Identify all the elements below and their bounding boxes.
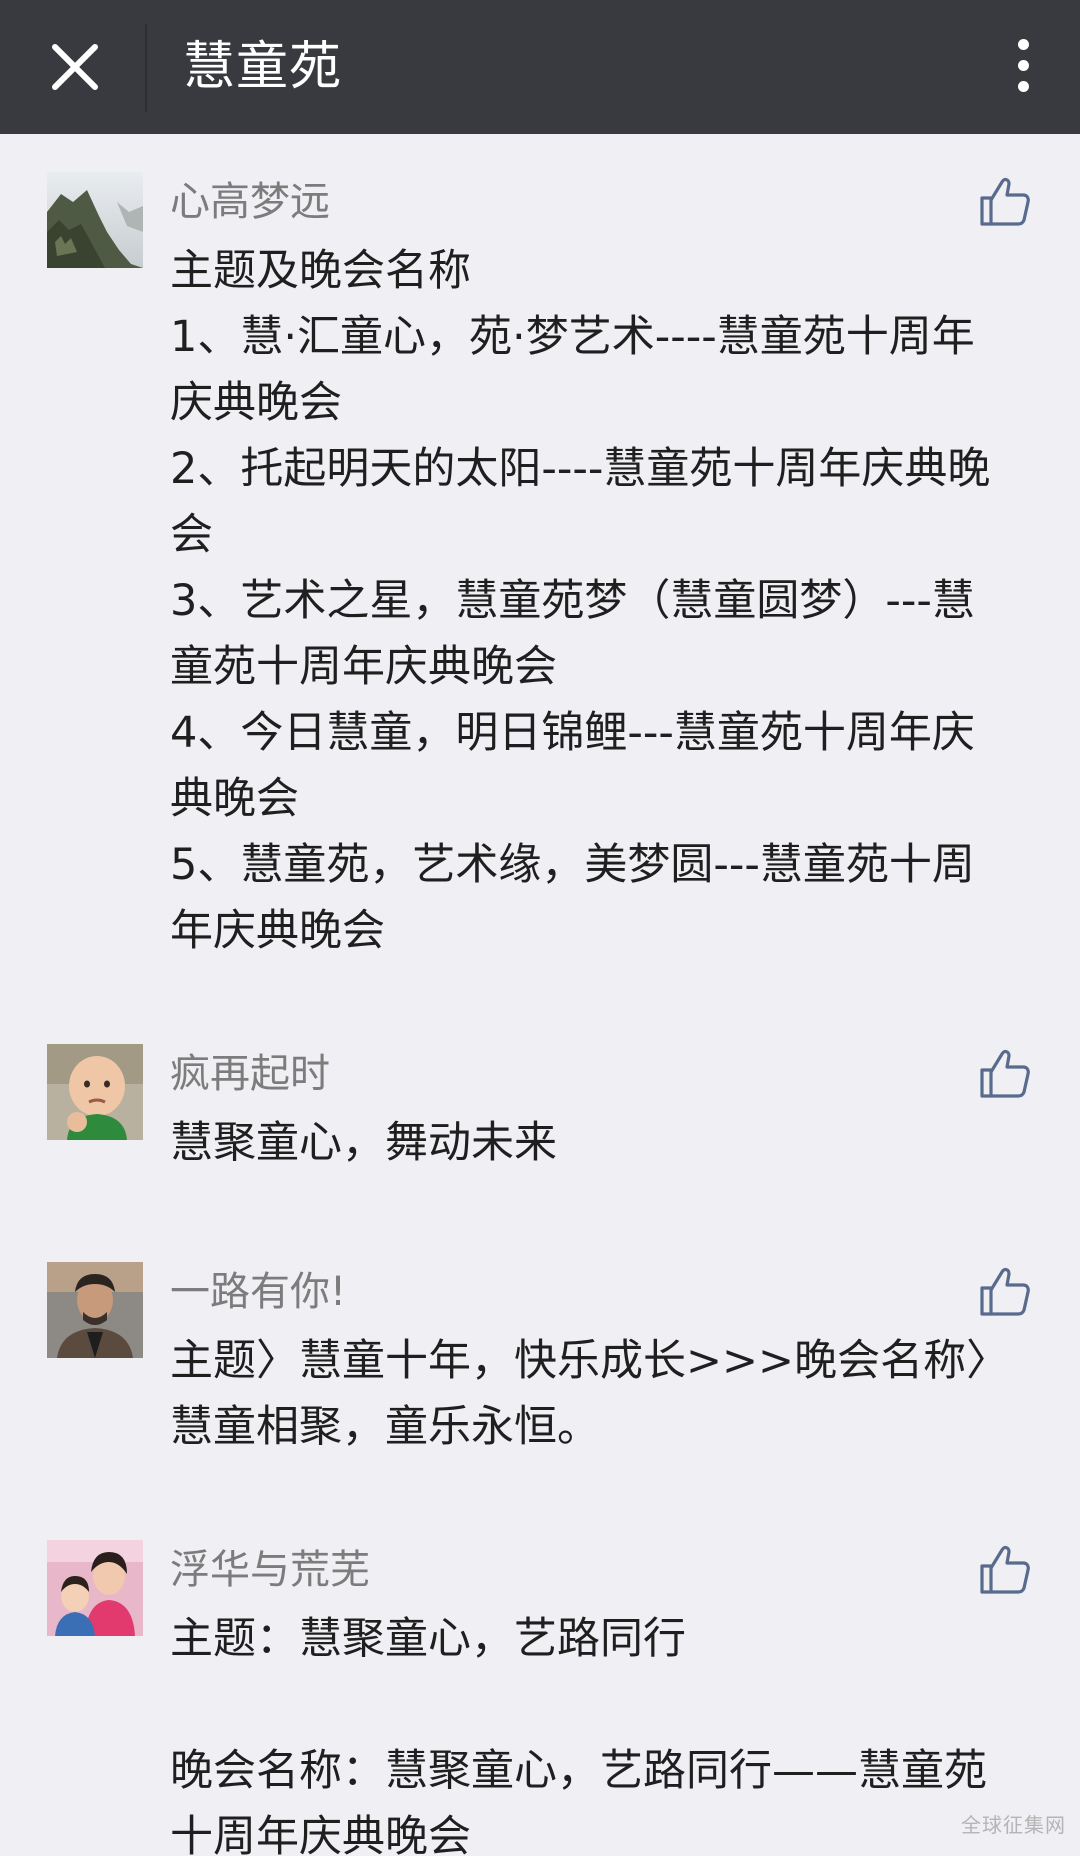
comment-paragraph: 1、慧·汇童心，苑·梦艺术----慧童苑十周年庆典晚会 [170, 312, 975, 428]
more-vertical-icon-dot [1017, 80, 1029, 92]
comment-content: 主题〉慧童十年，快乐成长>>>晚会名称〉慧童相聚，童乐永恒。 [170, 1328, 1015, 1460]
comment-list: 心高梦远 主题及晚会名称 1、慧·汇童心，苑·梦艺术----慧童苑十周年庆典晚会… [0, 134, 1080, 1856]
more-vertical-icon [1017, 38, 1029, 50]
avatar[interactable] [47, 172, 143, 268]
like-button[interactable] [978, 1264, 1032, 1318]
comment-content: 主题及晚会名称 1、慧·汇童心，苑·梦艺术----慧童苑十周年庆典晚会 2、托起… [170, 238, 1015, 964]
avatar-mountain-landscape [47, 172, 143, 268]
comment-paragraph: 慧聚童心，舞动未来 [170, 1118, 557, 1168]
thumbs-up-icon [980, 177, 1030, 226]
header-divider [145, 24, 147, 112]
like-button[interactable] [978, 1046, 1032, 1100]
comment-paragraph: 主题：慧聚童心，艺路同行 [170, 1614, 686, 1664]
comment-paragraph: 2、托起明天的太阳----慧童苑十周年庆典晚会 [170, 444, 991, 560]
comment-content: 慧聚童心，舞动未来 [170, 1110, 1015, 1176]
comment-paragraph: 晚会名称：慧聚童心，艺路同行——慧童苑十周年庆典晚会 [170, 1746, 987, 1856]
comment-paragraph: 主题〉慧童十年，快乐成长>>>晚会名称〉慧童相聚，童乐永恒。 [170, 1336, 1010, 1452]
comment-nickname[interactable]: 一路有你! [170, 1262, 346, 1322]
close-button[interactable] [38, 30, 112, 104]
comment-paragraph: 4、今日慧童，明日锦鲤---慧童苑十周年庆典晚会 [170, 708, 975, 824]
avatar[interactable] [47, 1540, 143, 1636]
comment-blank-line [170, 1672, 1015, 1738]
comment-content: 主题：慧聚童心，艺路同行 晚会名称：慧聚童心，艺路同行——慧童苑十周年庆典晚会 [170, 1606, 1015, 1856]
watermark: 全球征集网 [961, 1813, 1066, 1837]
close-icon [52, 44, 98, 90]
like-button[interactable] [978, 1542, 1032, 1596]
comment-paragraph: 主题及晚会名称 [170, 246, 471, 296]
avatar[interactable] [47, 1044, 143, 1140]
avatar[interactable] [47, 1262, 143, 1358]
avatar-man-portrait [47, 1262, 143, 1358]
avatar-mother-child [47, 1540, 143, 1636]
page-title: 慧童苑 [183, 37, 343, 97]
comment-nickname[interactable]: 浮华与荒芜 [170, 1540, 370, 1600]
top-navigation-bar: 慧童苑 [0, 0, 1080, 134]
thumbs-up-icon [980, 1049, 1030, 1098]
thumbs-up-icon [980, 1545, 1030, 1594]
comment-paragraph: 3、艺术之星，慧童苑梦（慧童圆梦）---慧童苑十周年庆典晚会 [170, 576, 975, 692]
more-options-button[interactable] [994, 25, 1052, 105]
thumbs-up-icon [980, 1267, 1030, 1316]
comment-nickname[interactable]: 疯再起时 [170, 1044, 330, 1104]
comment-nickname[interactable]: 心高梦远 [170, 172, 330, 232]
like-button[interactable] [978, 174, 1032, 228]
comment-paragraph: 5、慧童苑，艺术缘，美梦圆---慧童苑十周年庆典晚会 [170, 840, 975, 956]
avatar-baby-fist [47, 1044, 143, 1140]
more-vertical-icon-dot [1017, 59, 1029, 71]
